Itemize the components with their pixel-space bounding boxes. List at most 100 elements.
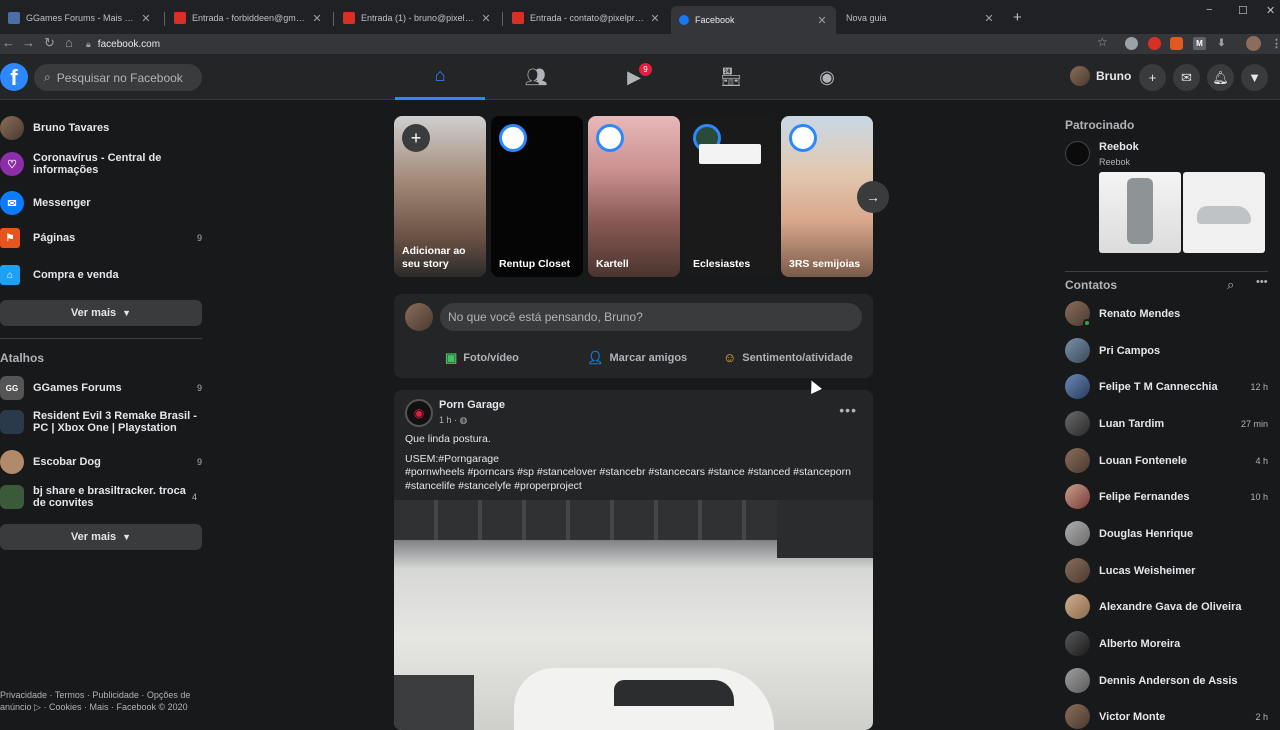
post-author[interactable]: Porn Garage: [439, 399, 505, 411]
close-tab-icon[interactable]: ✕: [140, 12, 152, 25]
shelf-dark: [394, 675, 474, 730]
browser-tab-gmail-bruno[interactable]: Entrada (1) - bruno@pixelproject ✕: [335, 6, 500, 30]
profile-avatar[interactable]: [1246, 36, 1261, 51]
feeling-activity-button[interactable]: ☺ Sentimento/atividade: [723, 350, 853, 365]
back-arrow-icon[interactable]: ←: [2, 35, 15, 50]
sidebar-item-messenger[interactable]: ✉ Messenger: [0, 191, 210, 215]
reebok-logo-icon[interactable]: [1065, 141, 1090, 166]
nav-home-tab[interactable]: ⌂: [395, 54, 485, 100]
story-card-create[interactable]: + Adicionar ao seu story: [394, 116, 486, 277]
sidebar-item-pages[interactable]: ⚑ Páginas 9: [0, 228, 210, 248]
messenger-button[interactable]: ✉: [1173, 64, 1200, 91]
browser-tab-ggames[interactable]: GGames Forums - Mais que um f ✕: [0, 6, 160, 30]
avatar: [1065, 484, 1090, 509]
browser-menu-icon[interactable]: ⋮: [1270, 37, 1280, 50]
contacts-options-icon[interactable]: •••: [1256, 276, 1268, 288]
reload-icon[interactable]: ↻: [44, 35, 55, 51]
close-window-button[interactable]: ✕: [1266, 4, 1275, 17]
ad-image-pants[interactable]: [1099, 172, 1181, 253]
tag-friends-icon: 👤︎: [587, 350, 604, 365]
gmail-favicon-icon: [343, 12, 355, 24]
shortcut-item[interactable]: Resident Evil 3 Remake Brasil - PC | Xbo…: [0, 410, 205, 434]
story-card[interactable]: Kartell: [588, 116, 680, 277]
account-menu-button[interactable]: ▼: [1241, 64, 1268, 91]
maximize-button[interactable]: ☐: [1238, 4, 1248, 17]
sponsor-name[interactable]: Reebok: [1099, 141, 1139, 153]
mail-extension-icon[interactable]: M: [1193, 37, 1206, 50]
composer-input[interactable]: No que você está pensando, Bruno?: [440, 303, 862, 331]
contact-item[interactable]: Renato Mendes: [1065, 301, 1268, 327]
home-icon[interactable]: ⌂: [65, 35, 73, 50]
stories-next-button[interactable]: →: [857, 181, 889, 213]
contact-item[interactable]: Louan Fontenele 4 h: [1065, 448, 1268, 473]
contact-item[interactable]: Felipe T M Cannecchia 12 h: [1065, 374, 1268, 399]
contact-item[interactable]: Douglas Henrique: [1065, 521, 1268, 546]
forward-arrow-icon[interactable]: →: [22, 35, 35, 50]
close-tab-icon[interactable]: ✕: [983, 12, 995, 25]
nav-friends-tab[interactable]: 👥︎: [491, 54, 581, 100]
contact-item[interactable]: Victor Monte 2 h: [1065, 704, 1268, 729]
browser-tab-new[interactable]: Nova guia ✕: [838, 6, 1003, 30]
contact-item[interactable]: Alberto Moreira: [1065, 631, 1268, 656]
story-card[interactable]: Rentup Closet: [491, 116, 583, 277]
photo-video-button[interactable]: ▣ Foto/vídeo: [445, 350, 519, 366]
see-more-shortcuts-button[interactable]: Ver mais ▼: [0, 524, 202, 550]
post-image[interactable]: [394, 500, 873, 730]
browser-tab-gmail-forbiddeen[interactable]: Entrada - forbiddeen@gmail.com ✕: [166, 6, 331, 30]
nav-groups-tab[interactable]: ◉: [782, 54, 872, 100]
header-profile-link[interactable]: Bruno: [1070, 66, 1131, 86]
footer-links[interactable]: Privacidade · Termos · Publicidade · Opç…: [0, 689, 200, 713]
story-card[interactable]: Eclesiastes: [685, 116, 777, 277]
shortcut-item[interactable]: bj share e brasiltracker. troca de convi…: [0, 485, 205, 509]
shield-extension-icon[interactable]: [1170, 37, 1183, 50]
nav-watch-tab[interactable]: ▶ 9: [589, 54, 679, 100]
shortcut-item[interactable]: GG GGames Forums 9: [0, 376, 210, 400]
minimize-button[interactable]: −: [1206, 4, 1212, 16]
avatar: [1065, 521, 1090, 546]
story-avatar: [499, 124, 527, 152]
search-icon: ⌕: [44, 70, 51, 84]
search-contacts-icon[interactable]: ⌕: [1227, 277, 1234, 293]
contact-item[interactable]: Felipe Fernandes 10 h: [1065, 484, 1268, 509]
extension-icon[interactable]: [1125, 37, 1138, 50]
bookmark-star-icon[interactable]: ☆: [1097, 35, 1108, 49]
extension-icon[interactable]: [1148, 37, 1161, 50]
tag-friends-button[interactable]: 👤︎ Marcar amigos: [587, 350, 687, 366]
group-avatar: [0, 410, 24, 434]
contact-item[interactable]: Dennis Anderson de Assis: [1065, 668, 1268, 693]
plus-icon: +: [402, 124, 430, 152]
shortcut-item[interactable]: Escobar Dog 9: [0, 450, 210, 474]
close-tab-icon[interactable]: ✕: [816, 14, 828, 27]
close-tab-icon[interactable]: ✕: [649, 12, 661, 25]
page-avatar[interactable]: ◉: [405, 399, 433, 427]
browser-tab-facebook[interactable]: Facebook ✕: [671, 6, 836, 34]
avatar: [405, 303, 433, 331]
post-text: Que linda postura. USEM:#Porngarage #por…: [405, 433, 851, 492]
online-indicator: [1083, 319, 1091, 327]
post-timestamp[interactable]: 1 h · ◍: [439, 415, 467, 426]
see-more-button[interactable]: Ver mais ▼: [0, 300, 202, 326]
contact-item[interactable]: Luan Tardim 27 min: [1065, 411, 1268, 436]
search-input[interactable]: ⌕ Pesquisar no Facebook: [34, 64, 202, 91]
contact-item[interactable]: Lucas Weisheimer: [1065, 558, 1268, 583]
sidebar-item-coronavirus[interactable]: ♡ Coronavírus - Central de informações: [0, 152, 170, 176]
browser-tab-gmail-contato[interactable]: Entrada - contato@pixelproject ✕: [504, 6, 669, 30]
coronavirus-heart-icon: ♡: [0, 152, 24, 176]
download-extension-icon[interactable]: ⬇: [1215, 37, 1228, 50]
sidebar-item-marketplace[interactable]: ⌂ Compra e venda: [0, 265, 210, 285]
ad-image-sneaker[interactable]: [1183, 172, 1265, 253]
chevron-down-icon: ▼: [122, 532, 132, 542]
more-options-icon[interactable]: •••: [839, 402, 857, 418]
facebook-logo-icon[interactable]: f: [0, 63, 28, 91]
close-tab-icon[interactable]: ✕: [480, 12, 492, 25]
contact-item[interactable]: Pri Campos: [1065, 338, 1268, 363]
close-tab-icon[interactable]: ✕: [311, 12, 323, 25]
notifications-button[interactable]: 🔔︎: [1207, 64, 1234, 91]
contact-item[interactable]: Alexandre Gava de Oliveira: [1065, 594, 1268, 619]
new-tab-button[interactable]: +: [1013, 9, 1022, 26]
url-field[interactable]: 🔒︎ facebook.com: [86, 35, 1116, 53]
create-button[interactable]: +: [1139, 64, 1166, 91]
chevron-down-icon: ▼: [122, 308, 132, 318]
sidebar-item-profile[interactable]: Bruno Tavares: [0, 116, 210, 140]
nav-marketplace-tab[interactable]: 🏪︎: [686, 54, 776, 100]
